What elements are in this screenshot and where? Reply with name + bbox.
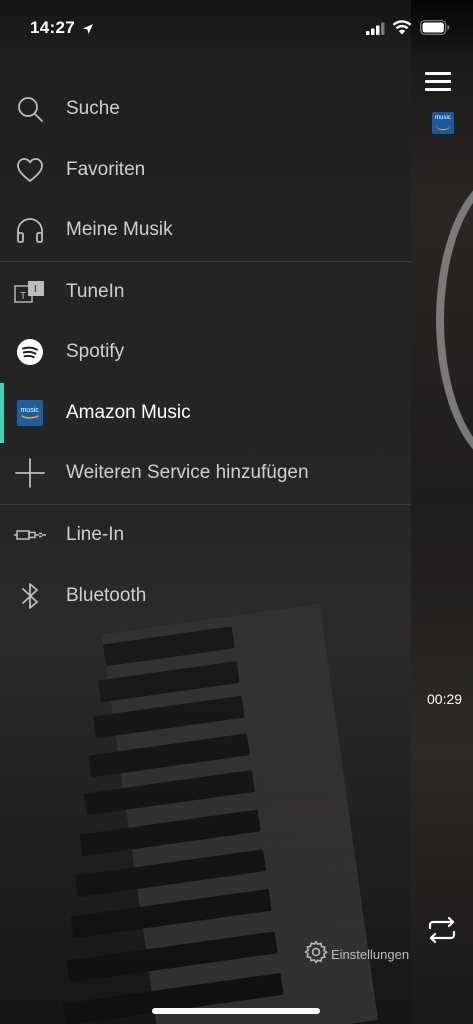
menu-item-label: Meine Musik	[66, 219, 173, 240]
menu-item-label: Bluetooth	[66, 585, 147, 606]
menu-item-label: Weiteren Service hinzufügen	[66, 462, 309, 483]
tunein-icon: TI	[14, 276, 46, 308]
menu-item-add-service[interactable]: Weiteren Service hinzufügen	[0, 443, 411, 503]
menu-icon[interactable]	[425, 72, 451, 94]
menu-item-tunein[interactable]: TI TuneIn	[0, 262, 411, 322]
settings-label: Einstellungen	[331, 946, 410, 962]
svg-text:T: T	[20, 291, 26, 302]
amazon-music-source-icon: music	[432, 112, 454, 134]
menu-item-favoriten[interactable]: Favoriten	[0, 140, 411, 200]
headphones-icon	[14, 214, 46, 246]
menu-item-spotify[interactable]: Spotify	[0, 322, 411, 382]
menu-item-line-in[interactable]: Line-In	[0, 505, 411, 565]
navigation-drawer: Suche Favoriten Meine Musik TI TuneIn Sp…	[0, 0, 411, 1024]
svg-text:music: music	[21, 407, 40, 414]
menu-item-label: Amazon Music	[66, 402, 191, 423]
search-icon	[14, 93, 46, 125]
menu-item-bluetooth[interactable]: Bluetooth	[0, 566, 411, 626]
line-in-icon	[14, 519, 46, 551]
wifi-icon	[392, 19, 412, 40]
location-arrow-icon	[82, 22, 94, 40]
plus-icon	[14, 457, 46, 489]
status-clock: 14:27	[30, 18, 75, 37]
menu-item-label: Suche	[66, 98, 120, 119]
amazon-music-icon: music	[14, 397, 46, 429]
now-playing-panel[interactable]: music 00:29	[411, 0, 473, 1024]
repeat-icon[interactable]	[426, 914, 458, 946]
menu-item-label: Line-In	[66, 524, 125, 545]
battery-icon	[420, 20, 450, 40]
settings-button[interactable]: Einstellungen	[304, 940, 409, 968]
home-indicator[interactable]	[152, 1008, 320, 1014]
menu-item-suche[interactable]: Suche	[0, 79, 411, 139]
status-bar: 14:27	[0, 0, 473, 56]
screen: music 00:29 Suche Favoriten Meine Musik …	[0, 0, 473, 1024]
menu-item-label: TuneIn	[66, 281, 125, 302]
menu-item-label: Favoriten	[66, 159, 146, 180]
album-art-ring	[436, 170, 473, 470]
svg-text:I: I	[34, 284, 37, 295]
heart-icon	[14, 154, 46, 186]
spotify-icon	[14, 336, 46, 368]
menu-item-label: Spotify	[66, 341, 125, 362]
menu-item-amazon-music[interactable]: music Amazon Music	[0, 383, 411, 443]
elapsed-time: 00:29	[427, 691, 463, 707]
menu-item-meine-musik[interactable]: Meine Musik	[0, 200, 411, 260]
gear-icon	[304, 940, 328, 969]
bluetooth-icon	[14, 580, 46, 612]
cellular-signal-icon	[366, 22, 386, 40]
